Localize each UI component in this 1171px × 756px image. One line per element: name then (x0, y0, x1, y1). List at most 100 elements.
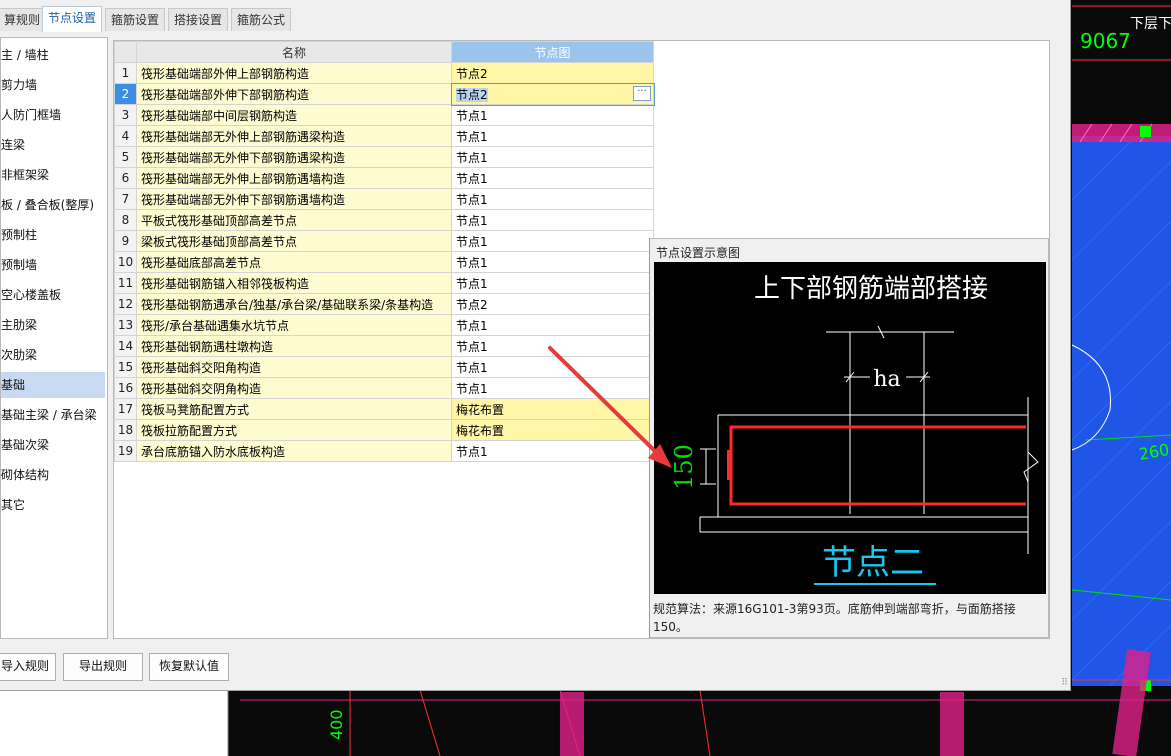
sidebar-item[interactable]: 基础次梁 (1, 432, 105, 458)
tab-bar: 算规则 节点设置 箍筋设置 搭接设置 箍筋公式 (0, 6, 1060, 32)
tab-node-settings[interactable]: 节点设置 (42, 6, 103, 32)
cad-label-top: 下层下排 (1130, 16, 1171, 32)
row-number: 10 (114, 251, 137, 273)
table-row[interactable]: 4 筏形基础端部无外伸上部钢筋遇梁构造 节点1 (114, 125, 654, 147)
sidebar-item[interactable]: 非框架梁 (1, 162, 105, 188)
setting-name-cell[interactable]: 筏形基础端部无外伸上部钢筋遇墙构造 (136, 167, 452, 189)
node-value-cell[interactable]: 节点1 (451, 188, 654, 210)
table-row[interactable]: 5 筏形基础端部无外伸下部钢筋遇梁构造 节点1 (114, 146, 654, 168)
sidebar-item[interactable]: 主肋梁 (1, 312, 105, 338)
node-value-cell[interactable]: 节点1 (451, 230, 654, 252)
sidebar-item[interactable]: 人防门框墙 (1, 102, 105, 128)
table-row[interactable]: 7 筏形基础端部无外伸下部钢筋遇墙构造 节点1 (114, 188, 654, 210)
node-value-cell[interactable]: 节点1 (451, 272, 654, 294)
export-rules-button[interactable]: 导出规则 (63, 653, 143, 681)
tab-stirrup-settings[interactable]: 箍筋设置 (105, 8, 166, 31)
sidebar-item[interactable]: 基础主梁 / 承台梁 (1, 402, 105, 428)
sidebar-item[interactable]: 空心楼盖板 (1, 282, 105, 308)
setting-name-cell[interactable]: 筏板马凳筋配置方式 (136, 398, 452, 420)
sidebar-item[interactable]: 预制墙 (1, 252, 105, 278)
node-value-cell[interactable]: 节点1 (451, 209, 654, 231)
setting-name-cell[interactable]: 筏形基础斜交阴角构造 (136, 377, 452, 399)
column-header-name[interactable]: 名称 (136, 41, 452, 63)
node-value-cell[interactable]: 节点1 (451, 314, 654, 336)
setting-name-cell[interactable]: 筏形/承台基础遇集水坑节点 (136, 314, 452, 336)
sidebar-item[interactable]: 板 / 叠合板(整厚) (1, 192, 105, 218)
table-row[interactable]: 3 筏形基础端部中间层钢筋构造 节点1 (114, 104, 654, 126)
table-row[interactable]: 6 筏形基础端部无外伸上部钢筋遇墙构造 节点1 (114, 167, 654, 189)
table-row[interactable]: 10 筏形基础底部高差节点 节点1 (114, 251, 654, 273)
tab-calc-rules[interactable]: 算规则 (0, 8, 47, 31)
setting-name-cell[interactable]: 筏形基础端部外伸上部钢筋构造 (136, 62, 452, 84)
diagram-title: 上下部钢筋端部搭接 (754, 274, 988, 304)
dim-ha-label: ha (873, 367, 900, 392)
node-value-cell[interactable]: 节点1 (451, 104, 654, 126)
cad-label-400: 400 (327, 709, 346, 740)
node-value-cell[interactable]: 节点2 (451, 62, 654, 84)
table-row[interactable]: 1 筏形基础端部外伸上部钢筋构造 节点2 (114, 62, 654, 84)
tab-stirrup-formula[interactable]: 箍筋公式 (231, 8, 292, 31)
resize-grip-icon[interactable]: ⠿ (1061, 678, 1068, 688)
cad-label-9067: 9067 (1080, 29, 1131, 53)
table-row[interactable]: 11 筏形基础钢筋锚入相邻筏板构造 节点1 (114, 272, 654, 294)
sidebar-item[interactable]: 其它 (1, 492, 105, 518)
row-number: 14 (114, 335, 137, 357)
row-number: 15 (114, 356, 137, 378)
restore-defaults-button[interactable]: 恢复默认值 (149, 653, 229, 681)
table-row[interactable]: 12 筏形基础钢筋遇承台/独基/承台梁/基础联系梁/条基构造 节点2 (114, 293, 654, 315)
node-value-editor[interactable]: 节点2 ··· (450, 82, 655, 106)
row-number: 6 (114, 167, 137, 189)
setting-name-cell[interactable]: 梁板式筏形基础顶部高差节点 (136, 230, 452, 252)
node-value-text[interactable]: 节点2 (456, 87, 488, 102)
node-value-cell[interactable]: 节点1 (451, 167, 654, 189)
import-rules-button[interactable]: 导入规则 (0, 653, 56, 681)
row-number: 18 (114, 419, 137, 441)
preview-description: 规范算法：来源16G101-3第93页。底筋伸到端部弯折，与面筋搭接150。 (653, 602, 1016, 634)
node-value-cell[interactable]: 节点1 (451, 146, 654, 168)
sidebar-item[interactable]: 预制柱 (1, 222, 105, 248)
setting-name-cell[interactable]: 平板式筏形基础顶部高差节点 (136, 209, 452, 231)
setting-name-cell[interactable]: 筏形基础底部高差节点 (136, 251, 452, 273)
setting-name-cell[interactable]: 筏形基础端部中间层钢筋构造 (136, 104, 452, 126)
annotation-arrow-icon (548, 346, 672, 468)
node-diagram: 上下部钢筋端部搭接 ha 150 节点二 (654, 262, 1046, 594)
sidebar-item[interactable]: 剪力墙 (1, 72, 105, 98)
row-number: 7 (114, 188, 137, 210)
setting-name-cell[interactable]: 筏板拉筋配置方式 (136, 419, 452, 441)
table-row[interactable]: 13 筏形/承台基础遇集水坑节点 节点1 (114, 314, 654, 336)
sidebar-item[interactable]: 连梁 (1, 132, 105, 158)
setting-name-cell[interactable]: 筏形基础斜交阳角构造 (136, 356, 452, 378)
node-value-cell[interactable]: 节点1 (451, 251, 654, 273)
setting-name-cell[interactable]: 承台底筋锚入防水底板构造 (136, 440, 452, 462)
row-number: 16 (114, 377, 137, 399)
ellipsis-button-icon[interactable]: ··· (633, 86, 651, 101)
table-row[interactable]: 2 筏形基础端部外伸下部钢筋构造 节点2 ··· (114, 82, 655, 106)
setting-name-cell[interactable]: 筏形基础端部无外伸下部钢筋遇墙构造 (136, 188, 452, 210)
setting-name-cell[interactable]: 筏形基础钢筋遇承台/独基/承台梁/基础联系梁/条基构造 (136, 293, 452, 315)
sidebar-item[interactable]: 次肋梁 (1, 342, 105, 368)
setting-name-cell[interactable]: 筏形基础钢筋遇柱墩构造 (136, 335, 452, 357)
tab-lap-settings[interactable]: 搭接设置 (168, 8, 229, 31)
row-number: 13 (114, 314, 137, 336)
node-preview-panel: 节点设置示意图 上下部钢筋端部搭接 ha 150 节点二 规范算法：来源16G1… (649, 238, 1049, 638)
setting-name-cell[interactable]: 筏形基础钢筋锚入相邻筏板构造 (136, 272, 452, 294)
sidebar-item[interactable]: 基础 (1, 372, 105, 398)
row-number: 3 (114, 104, 137, 126)
node-value-cell[interactable]: 节点2 (451, 293, 654, 315)
sidebar-item[interactable]: 砌体结构 (1, 462, 105, 488)
node-value-cell[interactable]: 节点1 (451, 125, 654, 147)
row-number: 2 (114, 83, 137, 105)
row-number: 4 (114, 125, 137, 147)
node-label: 节点二 (822, 543, 924, 583)
table-row[interactable]: 9 梁板式筏形基础顶部高差节点 节点1 (114, 230, 654, 252)
setting-name-cell[interactable]: 筏形基础端部外伸下部钢筋构造 (136, 83, 452, 105)
row-number: 5 (114, 146, 137, 168)
table-row[interactable]: 8 平板式筏形基础顶部高差节点 节点1 (114, 209, 654, 231)
row-number: 17 (114, 398, 137, 420)
setting-name-cell[interactable]: 筏形基础端部无外伸下部钢筋遇梁构造 (136, 146, 452, 168)
sidebar-item[interactable]: 主 / 墙柱 (1, 42, 105, 68)
row-number: 11 (114, 272, 137, 294)
row-number-header (114, 41, 137, 63)
setting-name-cell[interactable]: 筏形基础端部无外伸上部钢筋遇梁构造 (136, 125, 452, 147)
column-header-node[interactable]: 节点图 (451, 41, 654, 63)
